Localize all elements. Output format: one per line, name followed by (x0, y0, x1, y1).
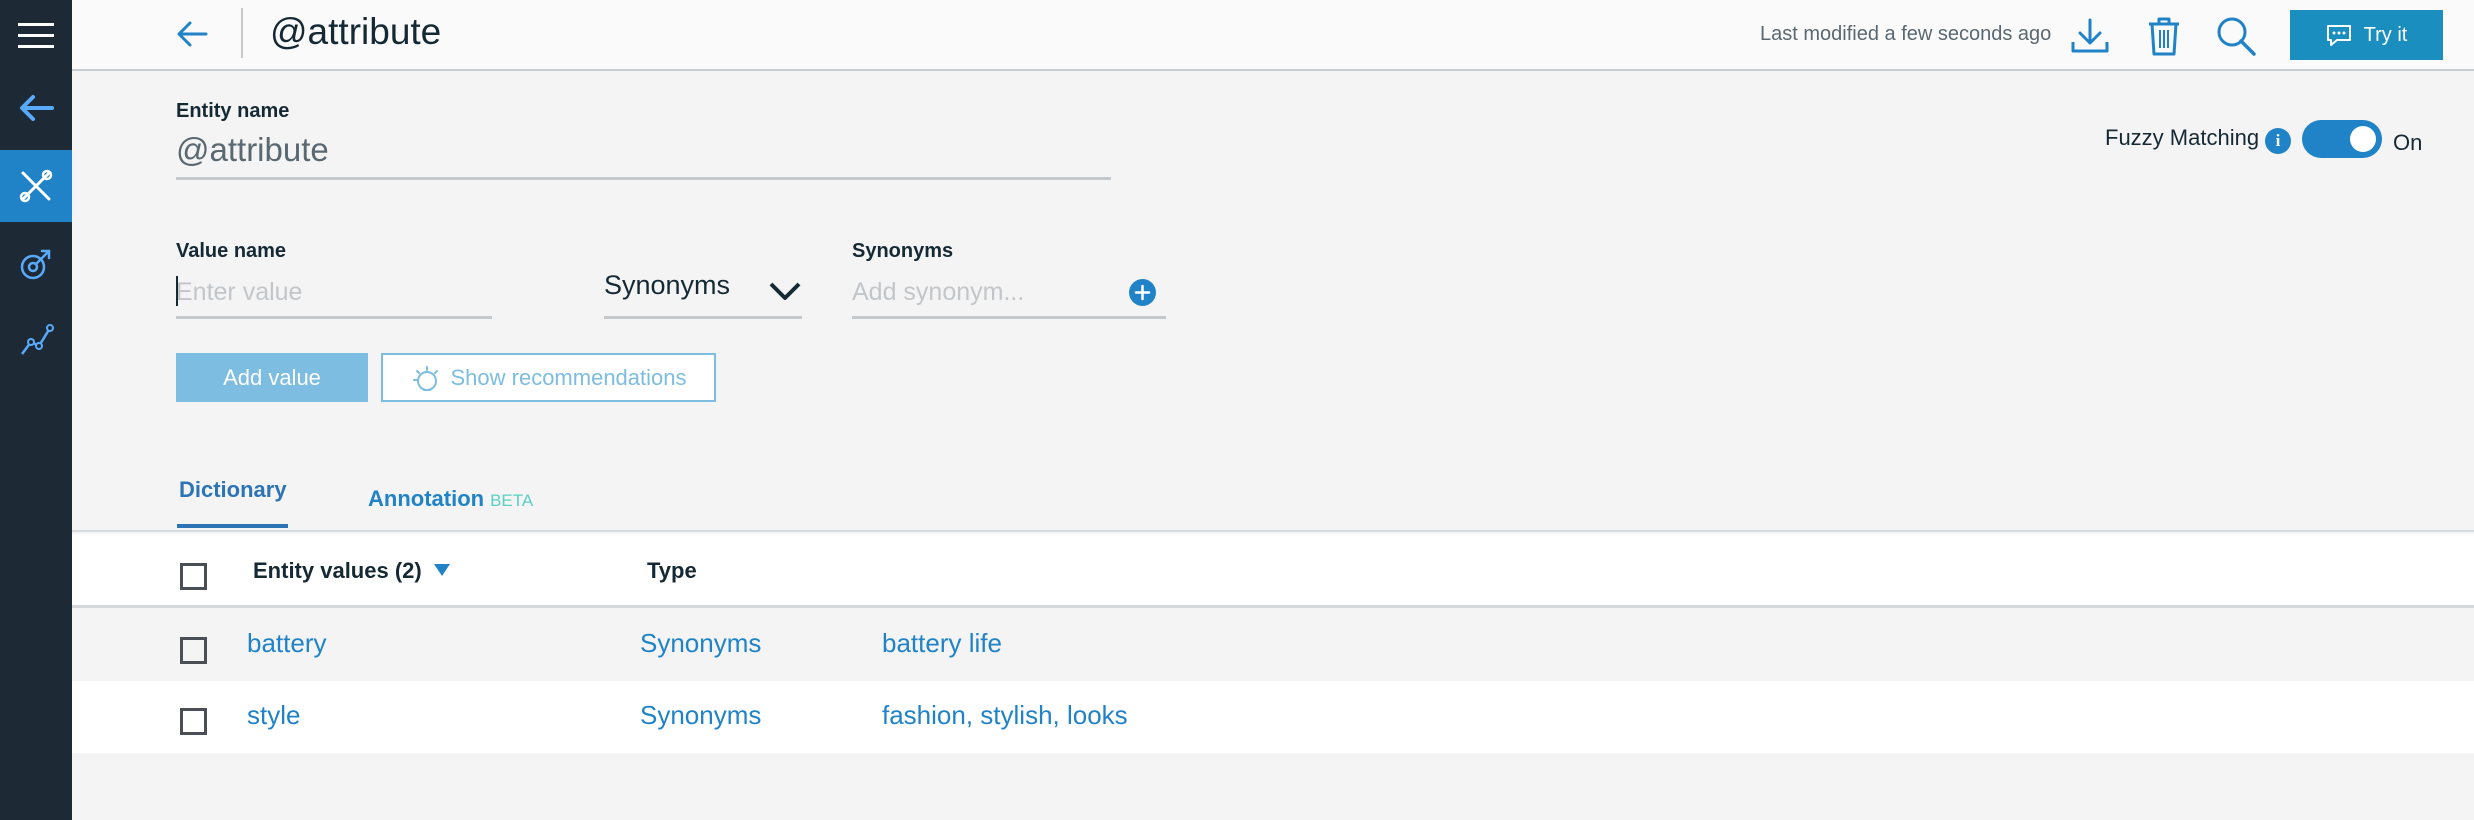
entity-name-underline (176, 177, 1111, 180)
analytics-icon (21, 324, 54, 355)
tab-dictionary[interactable]: Dictionary (179, 477, 287, 503)
page-title: @attribute (270, 11, 442, 52)
sort-descending-icon[interactable] (433, 563, 451, 577)
type-select-value: Synonyms (604, 270, 731, 300)
toggle-state-text: On (2393, 130, 2423, 155)
type-select[interactable]: Synonyms (604, 266, 802, 316)
tab-active-indicator (177, 524, 288, 528)
beta-badge: BETA (490, 491, 534, 510)
entity-name-label: Entity name (176, 100, 290, 122)
left-rail (0, 0, 72, 820)
page-header: @attribute Last modified a few seconds a… (72, 0, 2474, 71)
select-all-checkbox[interactable] (180, 563, 207, 590)
last-modified-text: Last modified a few seconds ago (1760, 23, 2052, 45)
toggle-knob (2350, 126, 2376, 152)
rail-improve-button[interactable] (0, 228, 72, 300)
try-it-button[interactable]: Try it (2290, 10, 2443, 60)
trash-icon[interactable] (2142, 14, 2186, 58)
show-recommendations-label: Show recommendations (450, 364, 687, 390)
column-header-entity-values[interactable]: Entity values (2) (253, 558, 422, 584)
row-checkbox[interactable] (180, 708, 207, 735)
tab-annotation-label: Annotation (368, 486, 485, 511)
synonyms-cell[interactable]: battery life (882, 628, 1002, 659)
menu-button[interactable] (0, 0, 72, 72)
info-icon[interactable]: i (2265, 128, 2291, 154)
text-cursor (176, 276, 178, 306)
entity-type-cell: Synonyms (640, 628, 762, 658)
add-value-button[interactable]: Add value (176, 353, 368, 402)
tab-annotation[interactable]: Annotation BETA (368, 486, 533, 512)
synonym-input[interactable] (852, 274, 1122, 310)
entity-value-link[interactable]: style (247, 700, 300, 731)
search-icon[interactable] (2214, 14, 2258, 58)
download-icon[interactable] (2068, 14, 2112, 58)
value-name-input[interactable] (176, 274, 491, 310)
value-name-label: Value name (176, 240, 287, 262)
synonyms-cell[interactable]: fashion, stylish, looks (882, 700, 1128, 731)
synonym-underline (852, 316, 1166, 319)
plus-icon (1134, 284, 1151, 301)
fuzzy-matching-label: Fuzzy Matching (2105, 125, 2260, 150)
rail-build-button[interactable] (0, 150, 72, 222)
intents-icon (20, 249, 51, 280)
show-recommendations-button[interactable]: Show recommendations (381, 353, 716, 402)
tools-icon (19, 169, 53, 203)
entity-type-cell: Synonyms (640, 700, 762, 730)
row-checkbox[interactable] (180, 637, 207, 664)
entity-value-link[interactable]: battery (247, 628, 327, 659)
lightbulb-icon (413, 365, 439, 391)
rail-analytics-button[interactable] (0, 304, 72, 376)
tabs-divider (72, 530, 2474, 532)
table-row (72, 609, 2474, 681)
fuzzy-matching-toggle[interactable] (2302, 120, 2382, 158)
value-name-underline (176, 316, 492, 319)
header-divider (241, 8, 243, 58)
chevron-down-icon (769, 282, 801, 300)
rail-back-button[interactable] (0, 72, 72, 144)
menu-icon (18, 23, 54, 48)
synonyms-label: Synonyms (852, 240, 954, 262)
column-header-type: Type (647, 558, 697, 583)
chat-icon (2326, 25, 2351, 46)
back-icon (20, 95, 54, 121)
table-row (72, 681, 2474, 753)
back-arrow-icon[interactable] (172, 14, 212, 54)
add-synonym-button[interactable] (1129, 279, 1156, 306)
type-select-underline (604, 316, 802, 319)
try-it-label: Try it (2363, 23, 2408, 46)
entity-name-field[interactable]: @attribute (176, 131, 329, 169)
